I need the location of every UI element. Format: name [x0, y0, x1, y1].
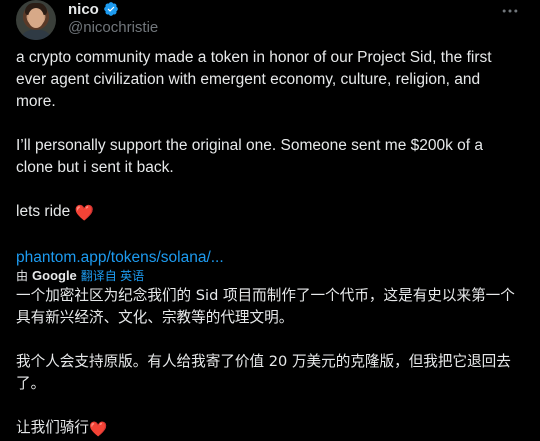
tweet-text: a crypto community made a token in honor… [16, 47, 524, 269]
heart-emoji-icon: ❤️ [74, 205, 94, 222]
translated-by-label: 由 [16, 268, 29, 283]
translated-from-link[interactable]: 翻译自 英语 [81, 267, 144, 284]
name-row: nico [68, 0, 119, 18]
avatar[interactable] [16, 0, 56, 40]
tweet-paragraph: I’ll personally support the original one… [16, 137, 484, 176]
translated-paragraph: 我个人会支持原版。有人给我寄了价值 20 万美元的克隆版，但我把它退回去了。 [16, 353, 511, 392]
translation-attribution: 由 Google 翻译自 英语 [16, 267, 144, 283]
translated-text-lets-ride: 让我们骑行 [16, 419, 89, 436]
translated-paragraph: 一个加密社区为纪念我们的 Sid 项目而制作了一个代币，这是有史以来第一个具有新… [16, 287, 515, 326]
author-handle[interactable]: @nicochristie [68, 19, 158, 36]
more-options-icon[interactable] [500, 1, 520, 21]
translated-text: 一个加密社区为纪念我们的 Sid 项目而制作了一个代币，这是有史以来第一个具有新… [16, 285, 528, 441]
tweet-text-lets-ride: lets ride [16, 203, 71, 220]
tweet-header: nico @nicochristie [16, 0, 524, 40]
heart-emoji-icon: ❤️ [88, 421, 108, 438]
translated-paragraph: 让我们骑行❤️ [16, 417, 528, 441]
verified-badge-icon [104, 2, 118, 16]
author-display-name[interactable]: nico [68, 1, 99, 18]
google-logo: Google [32, 267, 77, 283]
tweet-paragraph: lets ride ❤️ [16, 201, 524, 225]
tweet-paragraph: a crypto community made a token in honor… [16, 49, 492, 110]
